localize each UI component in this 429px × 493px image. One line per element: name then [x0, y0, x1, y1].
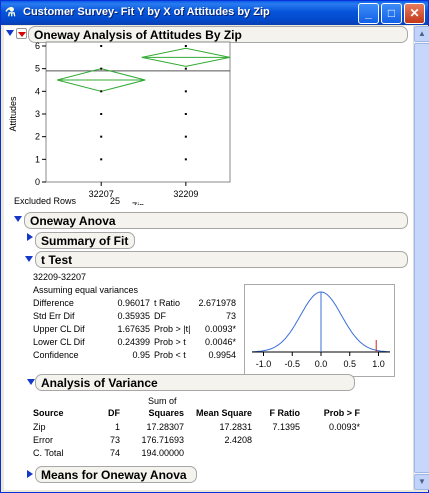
- anova-cell: 194.00000: [141, 448, 184, 458]
- sum-of-header: Sum of: [148, 396, 177, 406]
- anova-cell: 17.28307: [146, 422, 184, 432]
- t-test-stat-value: 0.95: [132, 350, 150, 360]
- t-test-assumption: Assuming equal variances: [33, 285, 139, 295]
- anova-column-header: Source: [33, 408, 64, 418]
- t-test-stat-label: Lower CL Dif: [33, 337, 85, 347]
- report-pane: Oneway Analysis of Attitudes By Zip 0123…: [4, 26, 413, 490]
- anova-column-header: F Ratio: [269, 408, 301, 418]
- red-triangle-menu-icon[interactable]: [16, 28, 27, 39]
- x-tick-label: 1.0: [372, 359, 385, 369]
- data-point: [100, 67, 103, 70]
- data-point: [184, 158, 187, 161]
- scroll-down-icon[interactable]: ▼: [414, 474, 429, 490]
- x-tick-label: 0.0: [315, 359, 328, 369]
- excluded-rows-label: Excluded Rows: [14, 196, 77, 206]
- x-tick-label: 0.5: [343, 359, 356, 369]
- y-tick-label: 0: [35, 177, 40, 187]
- maximize-button[interactable]: □: [381, 3, 402, 24]
- anova-cell: 73: [109, 435, 120, 445]
- t-test-stat-value: 0.9954: [208, 350, 236, 360]
- y-tick-label: 5: [35, 64, 40, 74]
- oneway-anova-header[interactable]: Oneway Anova: [24, 212, 408, 229]
- data-point: [100, 158, 103, 161]
- data-point: [100, 113, 103, 115]
- vertical-scrollbar[interactable]: ▲ ▼: [413, 26, 429, 490]
- scroll-up-icon[interactable]: ▲: [414, 26, 429, 42]
- anova-cell: C. Total: [33, 448, 64, 458]
- summary-of-fit-header[interactable]: Summary of Fit: [35, 232, 135, 249]
- x-axis-label: Zip: [132, 201, 145, 205]
- y-axis-label: Attitudes: [8, 96, 18, 132]
- title-bar[interactable]: ⚗ Customer Survey- Fit Y by X of Attitud…: [1, 1, 428, 25]
- y-tick-label: 6: [35, 41, 40, 51]
- t-test-stat-label: Confidence: [33, 350, 79, 360]
- t-test-stat-value: 0.0046*: [204, 337, 236, 347]
- analysis-of-variance-title: Analysis of Variance: [41, 376, 158, 390]
- anova-cell: 2.4208: [224, 435, 252, 445]
- anova-cell: 176.71693: [141, 435, 184, 445]
- t-test-stat-value: 0.0093*: [204, 324, 236, 334]
- anova-cell: 17.2831: [219, 422, 252, 432]
- disclosure-expanded-icon[interactable]: [6, 30, 14, 36]
- jmp-icon: ⚗: [5, 5, 16, 19]
- oneway-plot: 0123456Attitudes3220732209Zip: [8, 41, 231, 205]
- disclosure-expanded-icon[interactable]: [25, 256, 33, 262]
- t-test-title: t Test: [41, 253, 73, 267]
- analysis-of-variance-header[interactable]: Analysis of Variance: [35, 374, 355, 391]
- anova-cell: 0.0093*: [328, 422, 360, 432]
- t-test-stat-value: 1.67635: [117, 324, 150, 334]
- t-test-stat-label: Upper CL Dif: [33, 324, 85, 334]
- data-point: [184, 90, 187, 93]
- t-test-stat-value: 0.24399: [117, 337, 150, 347]
- anova-cell: Error: [33, 435, 53, 445]
- app-window: ⚗ Customer Survey- Fit Y by X of Attitud…: [0, 0, 429, 493]
- excluded-rows-value: 25: [110, 196, 121, 206]
- x-tick-label: 32209: [173, 189, 198, 199]
- data-point: [184, 45, 187, 47]
- oneway-anova-title: Oneway Anova: [30, 214, 116, 228]
- t-test-stat-value: 0.35935: [117, 311, 150, 321]
- anova-column-header: Mean Square: [195, 408, 252, 418]
- data-point: [100, 135, 103, 138]
- data-point: [100, 90, 103, 93]
- t-test-stat-label: Difference: [33, 298, 74, 308]
- disclosure-expanded-icon[interactable]: [14, 216, 22, 222]
- scroll-thumb[interactable]: [414, 43, 429, 473]
- anova-cell: 74: [109, 448, 120, 458]
- x-tick-label: -1.0: [256, 359, 272, 369]
- disclosure-expanded-icon[interactable]: [27, 379, 35, 385]
- minimize-button[interactable]: _: [358, 3, 379, 24]
- y-tick-label: 3: [35, 109, 40, 119]
- t-test-stat-value: 73: [225, 311, 236, 321]
- t-test-comparison: 32209-32207: [33, 272, 87, 282]
- t-test-stat-value: 2.671978: [198, 298, 236, 308]
- summary-of-fit-title: Summary of Fit: [41, 234, 129, 248]
- means-oneway-anova-title: Means for Oneway Anova: [41, 468, 187, 482]
- anova-cell: 1: [114, 422, 120, 432]
- means-oneway-anova-header[interactable]: Means for Oneway Anova: [35, 466, 197, 483]
- window-title: Customer Survey- Fit Y by X of Attitudes…: [23, 6, 270, 18]
- data-point: [184, 135, 187, 138]
- data-point: [184, 113, 187, 115]
- t-distribution-chart: -1.0 -0.5 0.0 0.5 1.0: [244, 284, 395, 377]
- t-test-stat-value: 0.96017: [117, 298, 150, 308]
- anova-cell: 7.1395: [272, 422, 300, 432]
- y-tick-label: 4: [35, 86, 40, 96]
- anova-column-header: DF: [108, 408, 120, 418]
- close-button[interactable]: ✕: [404, 3, 425, 24]
- anova-column-header: Squares: [148, 408, 184, 418]
- anova-column-header: Prob > F: [323, 408, 360, 418]
- disclosure-collapsed-icon[interactable]: [27, 233, 33, 241]
- t-test-header[interactable]: t Test: [35, 251, 408, 268]
- data-point: [184, 67, 187, 70]
- y-tick-label: 2: [35, 132, 40, 142]
- y-tick-label: 1: [35, 154, 40, 164]
- t-test-stat-label: Std Err Dif: [33, 311, 75, 321]
- disclosure-collapsed-icon[interactable]: [27, 470, 33, 478]
- anova-cell: Zip: [33, 422, 46, 432]
- x-tick-label: -0.5: [284, 359, 300, 369]
- data-point: [100, 45, 103, 47]
